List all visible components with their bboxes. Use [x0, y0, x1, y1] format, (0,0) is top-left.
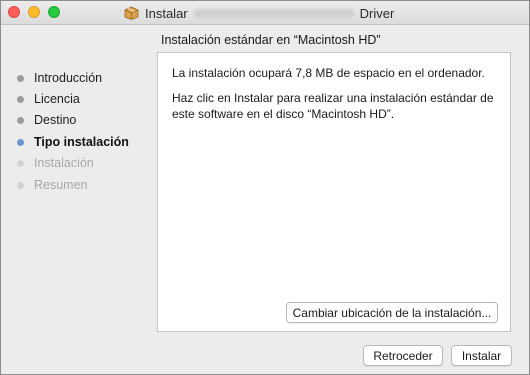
step-instalacion: Instalación — [17, 154, 94, 172]
step-tipo-instalacion: Tipo instalación — [17, 133, 129, 151]
step-label: Destino — [34, 113, 77, 127]
step-destino: Destino — [17, 111, 76, 129]
step-label: Tipo instalación — [34, 135, 129, 149]
step-introduccion: Introducción — [17, 69, 102, 87]
install-button[interactable]: Instalar — [451, 345, 512, 366]
change-install-location-button[interactable]: Cambiar ubicación de la instalación... — [286, 302, 498, 323]
step-indicator-icon — [17, 116, 24, 124]
step-label: Introducción — [34, 71, 103, 85]
step-indicator-icon — [17, 95, 24, 103]
step-label: Resumen — [34, 178, 88, 192]
minimize-window-button[interactable] — [28, 6, 40, 18]
step-indicator-icon — [17, 159, 24, 167]
step-label: Instalación — [34, 156, 94, 170]
step-indicator-icon — [17, 74, 24, 82]
step-indicator-icon — [17, 138, 24, 146]
content-panel: La instalación ocupará 7,8 MB de espacio… — [157, 52, 511, 332]
step-label: Licencia — [34, 92, 80, 106]
close-window-button[interactable] — [8, 6, 20, 18]
redacted-product-name — [193, 8, 354, 18]
window-title-prefix: Instalar — [145, 5, 188, 21]
step-indicator-icon — [17, 181, 24, 189]
window-title: Instalar Driver — [124, 5, 394, 21]
step-resumen: Resumen — [17, 176, 88, 194]
disk-space-text: La instalación ocupará 7,8 MB de espacio… — [172, 66, 485, 80]
package-icon — [124, 6, 139, 20]
zoom-window-button[interactable] — [48, 6, 60, 18]
installer-window: Instalar Driver Introducción Licencia De… — [0, 0, 530, 375]
window-title-suffix: Driver — [359, 5, 395, 21]
step-licencia: Licencia — [17, 90, 80, 108]
page-heading: Instalación estándar en “Macintosh HD” — [161, 33, 381, 47]
title-bar[interactable]: Instalar Driver — [1, 1, 529, 25]
steps-sidebar: Introducción Licencia Destino Tipo insta… — [1, 25, 151, 325]
back-button[interactable]: Retroceder — [363, 345, 443, 366]
instructions-text: Haz clic en Instalar para realizar una i… — [172, 91, 494, 121]
